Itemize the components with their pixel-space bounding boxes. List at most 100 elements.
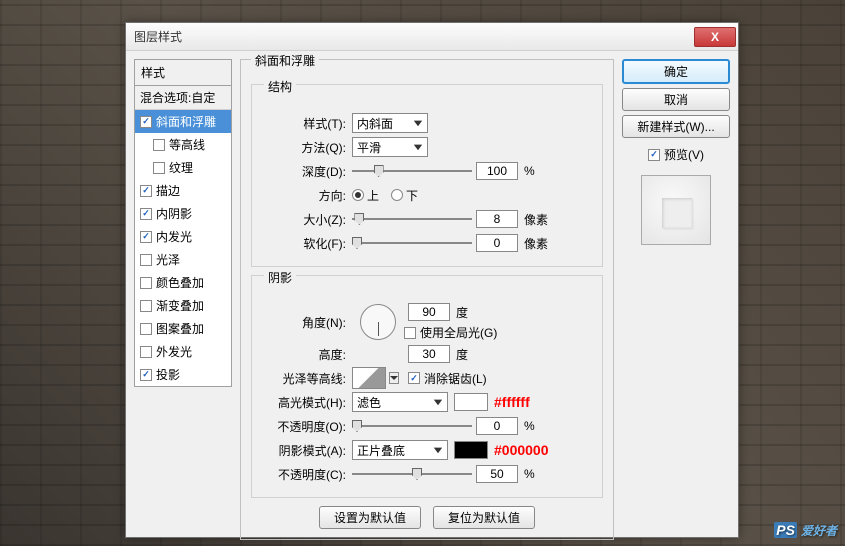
angle-input[interactable] bbox=[408, 303, 450, 321]
styles-panel: 样式 混合选项:自定 斜面和浮雕等高线纹理描边内阴影内发光光泽颜色叠加渐变叠加图… bbox=[134, 59, 232, 529]
style-checkbox[interactable] bbox=[140, 254, 152, 266]
style-item-label: 内阴影 bbox=[156, 205, 192, 222]
shadow-opacity-input[interactable] bbox=[476, 465, 518, 483]
bevel-emboss-group: 斜面和浮雕 结构 样式(T): 内斜面 方法(Q): 平滑 深度(D): bbox=[240, 59, 614, 540]
main-panel: 斜面和浮雕 结构 样式(T): 内斜面 方法(Q): 平滑 深度(D): bbox=[240, 59, 614, 529]
watermark: PS爱好者 bbox=[774, 519, 837, 540]
preview-checkbox[interactable] bbox=[648, 149, 660, 161]
style-item[interactable]: 纹理 bbox=[135, 156, 231, 179]
new-style-button[interactable]: 新建样式(W)... bbox=[622, 115, 730, 138]
style-item[interactable]: 颜色叠加 bbox=[135, 271, 231, 294]
style-item-label: 光泽 bbox=[156, 251, 180, 268]
chevron-down-icon bbox=[411, 115, 425, 131]
altitude-input[interactable] bbox=[408, 345, 450, 363]
shadow-opacity-slider[interactable] bbox=[352, 465, 472, 483]
style-checkbox[interactable] bbox=[153, 139, 165, 151]
style-item-label: 颜色叠加 bbox=[156, 274, 204, 291]
style-item-label: 斜面和浮雕 bbox=[156, 113, 216, 130]
chevron-down-icon bbox=[431, 442, 445, 458]
soften-slider[interactable] bbox=[352, 234, 472, 252]
soften-label: 软化(F): bbox=[260, 235, 352, 252]
preview-label: 预览(V) bbox=[664, 146, 704, 163]
shadow-opacity-label: 不透明度(C): bbox=[260, 466, 352, 483]
dialog-title: 图层样式 bbox=[134, 28, 694, 45]
chevron-down-icon bbox=[431, 394, 445, 410]
style-item[interactable]: 内发光 bbox=[135, 225, 231, 248]
style-item[interactable]: 渐变叠加 bbox=[135, 294, 231, 317]
close-icon: X bbox=[711, 30, 719, 44]
style-item[interactable]: 光泽 bbox=[135, 248, 231, 271]
style-item[interactable]: 投影 bbox=[135, 363, 231, 386]
size-slider[interactable] bbox=[352, 210, 472, 228]
style-item[interactable]: 外发光 bbox=[135, 340, 231, 363]
style-checkbox[interactable] bbox=[140, 208, 152, 220]
style-dropdown[interactable]: 内斜面 bbox=[352, 113, 428, 133]
shadow-mode-dropdown[interactable]: 正片叠底 bbox=[352, 440, 448, 460]
structure-legend: 结构 bbox=[264, 78, 296, 95]
style-item-label: 描边 bbox=[156, 182, 180, 199]
size-label: 大小(Z): bbox=[260, 211, 352, 228]
close-button[interactable]: X bbox=[694, 27, 736, 47]
angle-label: 角度(N): bbox=[260, 314, 352, 331]
style-checkbox[interactable] bbox=[140, 277, 152, 289]
shadow-color-swatch[interactable] bbox=[454, 441, 488, 459]
global-light-checkbox[interactable] bbox=[404, 327, 416, 339]
style-label: 样式(T): bbox=[260, 115, 352, 132]
shading-legend: 阴影 bbox=[264, 269, 296, 286]
reset-default-button[interactable]: 复位为默认值 bbox=[433, 506, 535, 529]
style-item[interactable]: 斜面和浮雕 bbox=[135, 110, 231, 133]
style-item-label: 图案叠加 bbox=[156, 320, 204, 337]
preview-thumbnail bbox=[641, 175, 711, 245]
direction-down-radio[interactable] bbox=[391, 189, 403, 201]
highlight-mode-dropdown[interactable]: 滤色 bbox=[352, 392, 448, 412]
make-default-button[interactable]: 设置为默认值 bbox=[319, 506, 421, 529]
highlight-opacity-input[interactable] bbox=[476, 417, 518, 435]
direction-up-radio[interactable] bbox=[352, 189, 364, 201]
soften-input[interactable] bbox=[476, 234, 518, 252]
style-item[interactable]: 描边 bbox=[135, 179, 231, 202]
style-item-label: 内发光 bbox=[156, 228, 192, 245]
titlebar[interactable]: 图层样式 X bbox=[126, 23, 738, 51]
angle-dial[interactable] bbox=[360, 304, 396, 340]
style-checkbox[interactable] bbox=[140, 369, 152, 381]
group-title: 斜面和浮雕 bbox=[251, 52, 319, 69]
style-item[interactable]: 内阴影 bbox=[135, 202, 231, 225]
style-checkbox[interactable] bbox=[140, 231, 152, 243]
depth-input[interactable] bbox=[476, 162, 518, 180]
gloss-contour-picker[interactable] bbox=[352, 367, 386, 389]
style-item-label: 外发光 bbox=[156, 343, 192, 360]
shadow-color-annotation: #000000 bbox=[494, 442, 549, 458]
ok-button[interactable]: 确定 bbox=[622, 59, 730, 84]
style-checkbox[interactable] bbox=[140, 300, 152, 312]
altitude-label: 高度: bbox=[260, 346, 352, 363]
antialias-checkbox[interactable] bbox=[408, 372, 420, 384]
style-item[interactable]: 图案叠加 bbox=[135, 317, 231, 340]
method-dropdown[interactable]: 平滑 bbox=[352, 137, 428, 157]
method-label: 方法(Q): bbox=[260, 139, 352, 156]
blend-options-item[interactable]: 混合选项:自定 bbox=[135, 86, 231, 110]
direction-label: 方向: bbox=[260, 187, 352, 204]
style-checkbox[interactable] bbox=[140, 346, 152, 358]
highlight-color-swatch[interactable] bbox=[454, 393, 488, 411]
highlight-opacity-label: 不透明度(O): bbox=[260, 418, 352, 435]
chevron-down-icon bbox=[411, 139, 425, 155]
style-item-label: 等高线 bbox=[169, 136, 205, 153]
style-list: 混合选项:自定 斜面和浮雕等高线纹理描边内阴影内发光光泽颜色叠加渐变叠加图案叠加… bbox=[134, 86, 232, 387]
highlight-opacity-slider[interactable] bbox=[352, 417, 472, 435]
size-input[interactable] bbox=[476, 210, 518, 228]
shadow-mode-label: 阴影模式(A): bbox=[260, 442, 352, 459]
style-item[interactable]: 等高线 bbox=[135, 133, 231, 156]
depth-label: 深度(D): bbox=[260, 163, 352, 180]
shading-group: 阴影 角度(N): 度 使用全局光(G) bbox=[251, 275, 603, 498]
styles-header: 样式 bbox=[134, 59, 232, 86]
depth-slider[interactable] bbox=[352, 162, 472, 180]
style-checkbox[interactable] bbox=[153, 162, 165, 174]
chevron-down-icon[interactable] bbox=[389, 372, 399, 384]
right-panel: 确定 取消 新建样式(W)... 预览(V) bbox=[622, 59, 730, 529]
style-checkbox[interactable] bbox=[140, 185, 152, 197]
style-item-label: 渐变叠加 bbox=[156, 297, 204, 314]
highlight-color-annotation: #ffffff bbox=[494, 394, 530, 410]
cancel-button[interactable]: 取消 bbox=[622, 88, 730, 111]
style-checkbox[interactable] bbox=[140, 116, 152, 128]
style-checkbox[interactable] bbox=[140, 323, 152, 335]
